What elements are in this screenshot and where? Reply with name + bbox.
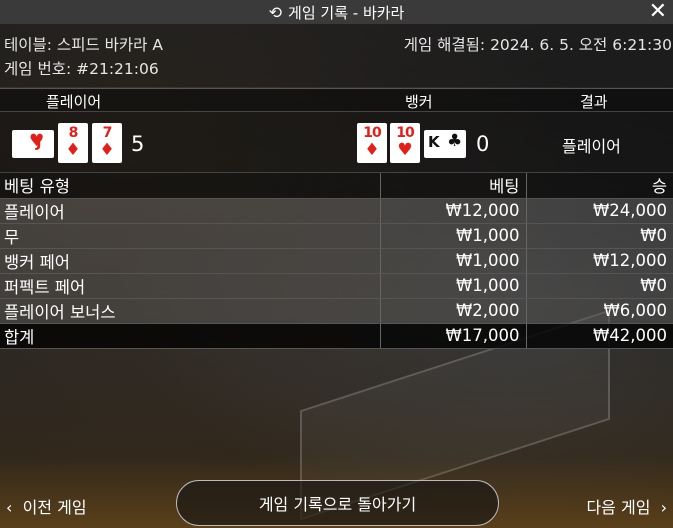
win-amount-header: 승 (525, 173, 673, 199)
back-to-history-button[interactable]: 게임 기록으로 돌아가기 (176, 480, 499, 526)
bet-amount: ₩2,000 (379, 298, 526, 324)
bet-type: 퍼펙트 페어 (0, 273, 380, 299)
bet-amount: ₩1,000 (379, 223, 526, 249)
total-bet: ₩17,000 (379, 323, 526, 349)
bet-type: 플레이어 (0, 198, 380, 224)
back-to-history-label: 게임 기록으로 돌아가기 (258, 495, 417, 514)
prev-game-label: 이전 게임 (22, 498, 87, 517)
table-row: 퍼펙트 페어 ₩1,000 ₩0 (0, 273, 673, 299)
footer-nav: ‹ 이전 게임 게임 기록으로 돌아가기 다음 게임 › (0, 478, 673, 528)
chevron-left-icon: ‹ (6, 498, 13, 517)
bet-amount: ₩12,000 (379, 198, 526, 224)
total-row: 합계 ₩17,000 ₩42,000 (0, 323, 673, 349)
table-name: 테이블: 스피드 바카라 A (4, 36, 163, 54)
history-icon: ⟲ (268, 2, 283, 22)
bet-type: 무 (0, 223, 380, 249)
bets-table-header: 베팅 유형 베팅 승 (0, 173, 673, 199)
bet-amount: ₩1,000 (379, 248, 526, 274)
result-header: 플레이어 뱅커 결과 (0, 88, 673, 111)
total-win: ₩42,000 (525, 323, 673, 349)
player-card: 8 ♦ (58, 123, 88, 163)
win-amount: ₩12,000 (525, 248, 673, 274)
total-label: 합계 (0, 323, 380, 349)
player-header: 플레이어 (46, 93, 102, 111)
game-number: 게임 번호: #21:21:06 (4, 60, 159, 78)
banker-side-card: K ♣ (424, 130, 466, 158)
win-amount: ₩6,000 (525, 298, 673, 324)
bet-type: 플레이어 보너스 (0, 298, 380, 324)
banker-card: 10 ♦ (357, 123, 387, 163)
banker-card: 10 ♥ (390, 123, 420, 163)
result-header-label: 결과 (580, 93, 608, 111)
next-game-label: 다음 게임 (586, 498, 651, 517)
bet-amount-header: 베팅 (379, 173, 526, 199)
banker-header: 뱅커 (405, 93, 433, 111)
player-card: 7 ♦ (92, 123, 122, 163)
game-info: 테이블: 스피드 바카라 A 게임 번호: #21:21:06 게임 해결됨: … (0, 24, 673, 87)
chevron-right-icon: › (660, 498, 667, 517)
banker-score: 0 (476, 132, 490, 156)
table-row: 뱅커 페어 ₩1,000 ₩12,000 (0, 248, 673, 274)
winner-text: 플레이어 (562, 137, 621, 156)
next-game-button[interactable]: 다음 게임 › (586, 494, 667, 518)
title-bar: ⟲ 게임 기록 - 바카라 ✕ (0, 0, 673, 24)
win-amount: ₩0 (525, 223, 673, 249)
win-amount: ₩24,000 (525, 198, 673, 224)
bet-type: 뱅커 페어 (0, 248, 380, 274)
bet-type-header: 베팅 유형 (0, 173, 380, 199)
close-icon[interactable]: ✕ (649, 0, 667, 24)
prev-game-button[interactable]: ‹ 이전 게임 (6, 494, 87, 518)
dialog-title: 게임 기록 - 바카라 (288, 3, 405, 22)
win-amount: ₩0 (525, 273, 673, 299)
table-row: 플레이어 ₩12,000 ₩24,000 (0, 198, 673, 224)
bets-table: 베팅 유형 베팅 승 플레이어 ₩12,000 ₩24,000 무 ₩1,000… (0, 173, 673, 349)
resolved-time: 게임 해결됨: 2024. 6. 5. 오전 6:21:30 (403, 36, 672, 54)
result-row: ♥ J 8 ♦ 7 ♦ 5 10 ♦ 10 ♥ K ♣ 0 플레이어 (0, 111, 673, 173)
table-row: 무 ₩1,000 ₩0 (0, 223, 673, 249)
player-score: 5 (131, 132, 145, 156)
bet-amount: ₩1,000 (379, 273, 526, 299)
player-side-card: ♥ J (12, 130, 54, 158)
table-row: 플레이어 보너스 ₩2,000 ₩6,000 (0, 298, 673, 324)
